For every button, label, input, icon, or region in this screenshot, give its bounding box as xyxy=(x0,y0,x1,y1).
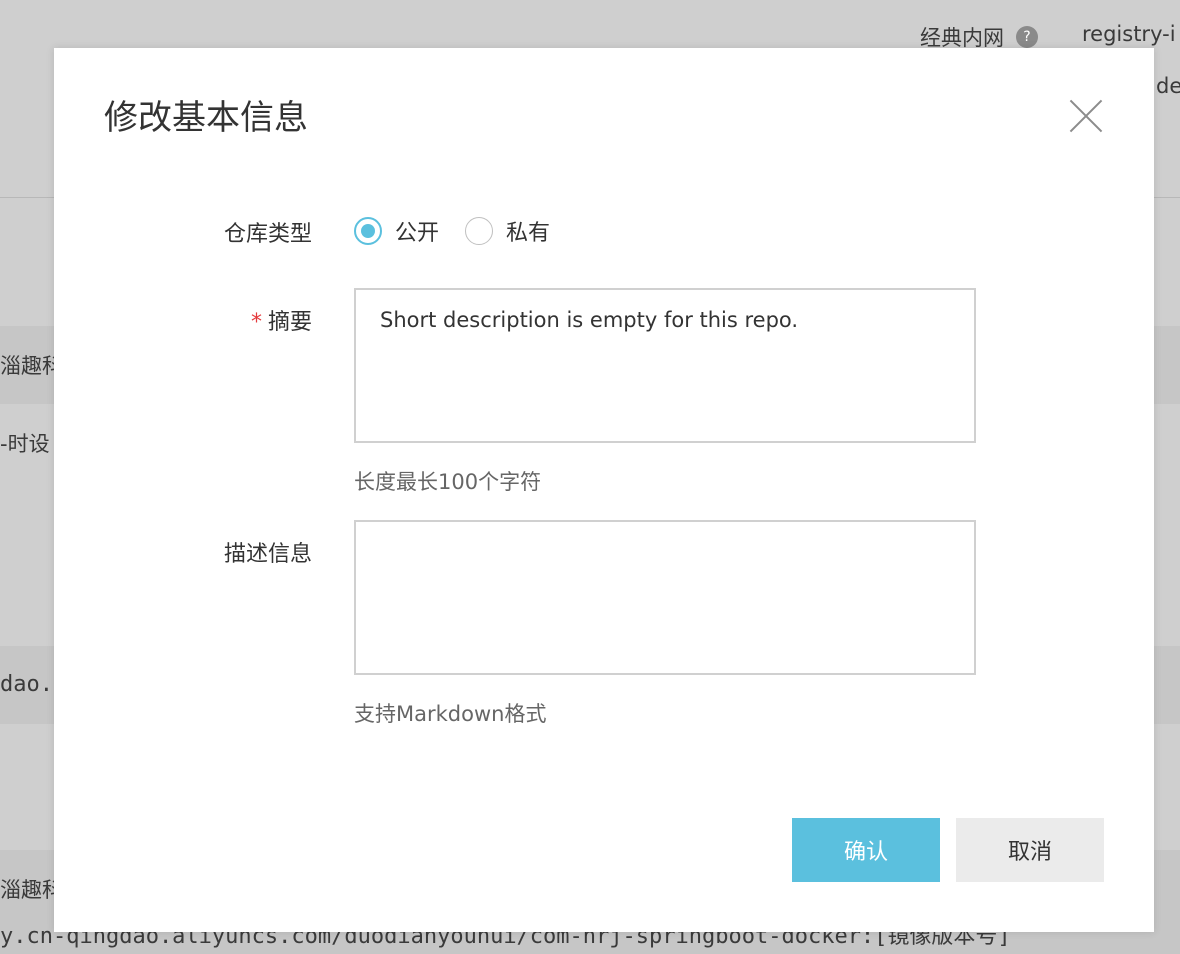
background-row-code: dao. xyxy=(0,672,53,697)
confirm-button[interactable]: 确认 xyxy=(792,818,940,882)
repo-type-label: 仓库类型 xyxy=(223,222,312,247)
partial-desc-text: des xyxy=(1156,74,1180,98)
background-row-text: -时设 xyxy=(0,432,50,456)
summary-hint: 长度最长100个字符 xyxy=(354,470,542,494)
radio-button-checked[interactable] xyxy=(354,217,382,245)
summary-textarea[interactable]: Short description is empty for this repo… xyxy=(354,288,976,443)
cancel-button[interactable]: 取消 xyxy=(956,818,1104,882)
radio-label: 公开 xyxy=(395,221,440,246)
description-textarea[interactable] xyxy=(354,520,976,675)
radio-button[interactable] xyxy=(465,217,494,245)
edit-basic-info-dialog: 修改基本信息 仓库类型 公开 私有 * 摘要 Short description … xyxy=(54,48,1154,932)
help-icon[interactable]: ? xyxy=(1016,26,1038,48)
repo-type-radio-group: 公开 私有 xyxy=(354,215,576,247)
required-mark: * xyxy=(250,310,262,335)
close-icon[interactable] xyxy=(1067,97,1105,135)
registry-host-text: registry-i xyxy=(1082,22,1176,46)
radio-option-public[interactable]: 公开 xyxy=(354,215,439,247)
description-hint: 支持Markdown格式 xyxy=(354,702,547,726)
dialog-title: 修改基本信息 xyxy=(104,98,308,138)
radio-label: 私有 xyxy=(506,221,551,246)
radio-option-private[interactable]: 私有 xyxy=(465,215,550,247)
summary-label: * 摘要 xyxy=(250,310,312,335)
description-label: 描述信息 xyxy=(223,542,312,567)
